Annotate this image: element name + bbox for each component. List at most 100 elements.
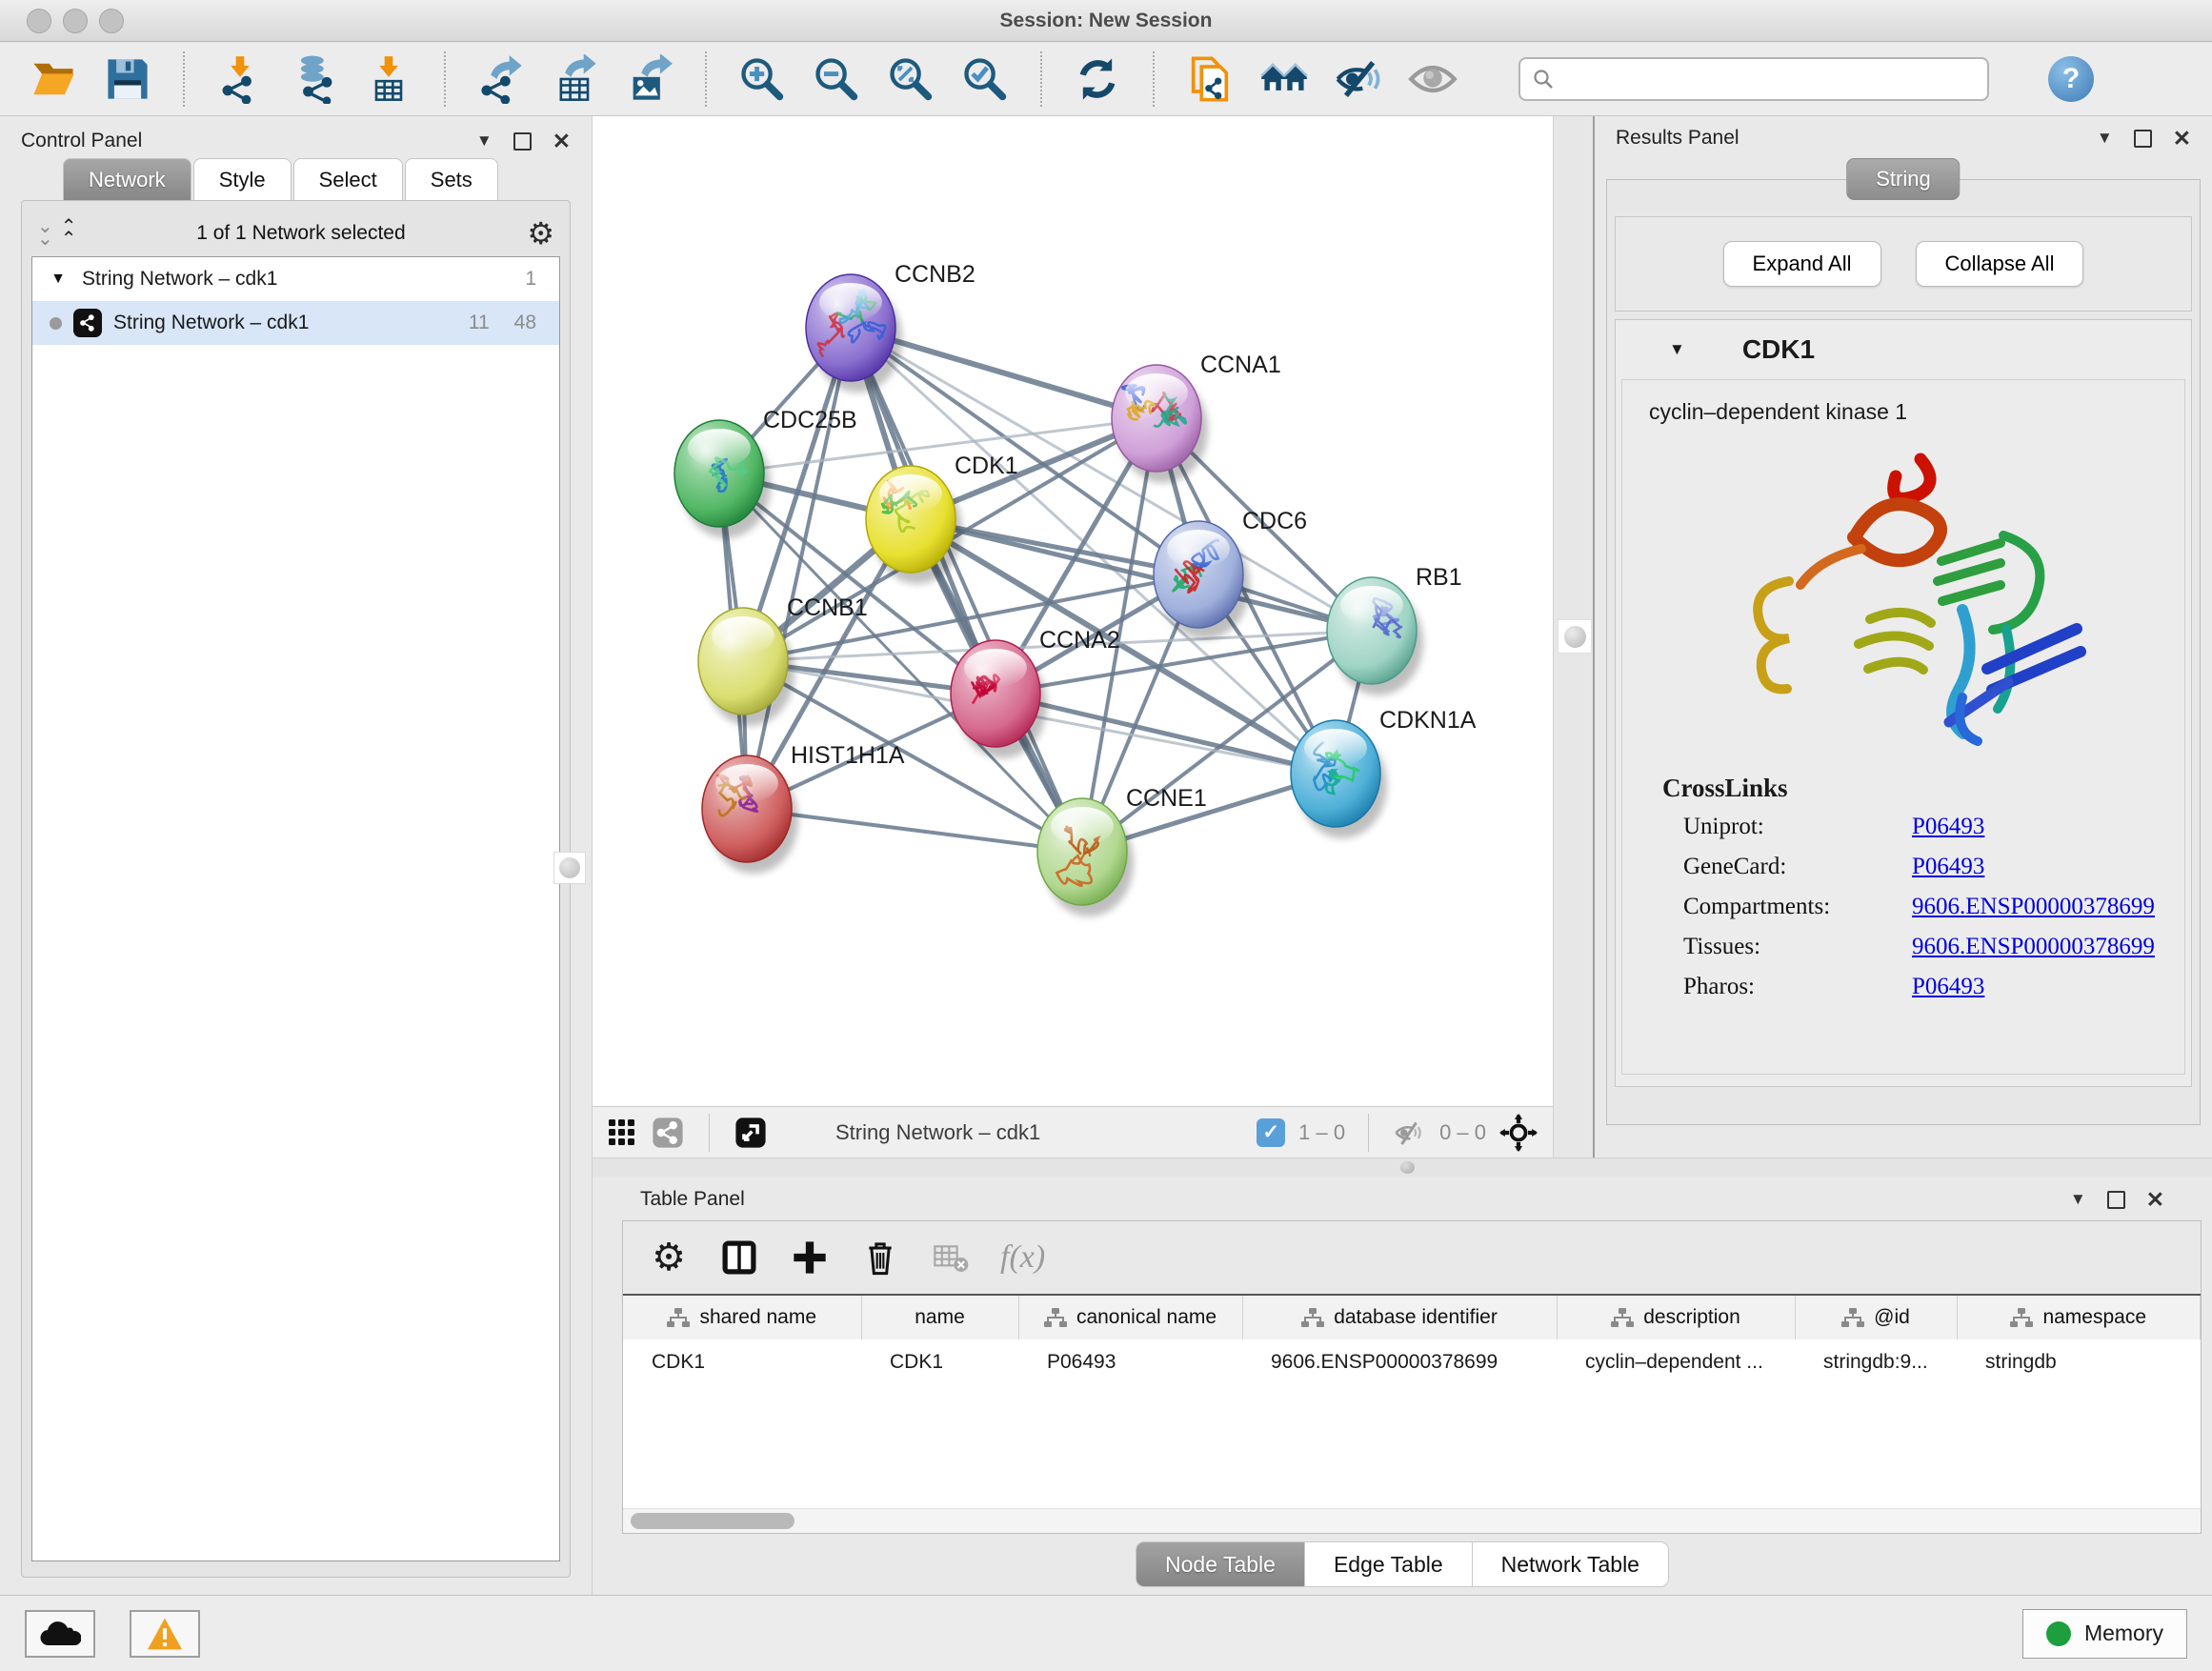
column-header-canonical-name[interactable]: canonical name [1018, 1296, 1242, 1339]
column-header-database-identifier[interactable]: database identifier [1242, 1296, 1557, 1339]
refresh-icon[interactable] [1071, 52, 1124, 106]
panel-menu-icon[interactable]: ▼ [2097, 129, 2113, 148]
column-header-shared-name[interactable]: shared name [623, 1296, 861, 1339]
network-node-ccne1[interactable] [1037, 798, 1134, 916]
close-window-button[interactable] [27, 9, 51, 33]
table-row[interactable]: CDK1CDK1P064939606.ENSP00000378699cyclin… [623, 1339, 2201, 1385]
network-share-icon[interactable] [652, 1117, 684, 1149]
table-options-gear-icon[interactable]: ⚙ [648, 1237, 690, 1278]
crosslink-link[interactable]: P06493 [1912, 974, 1984, 1000]
vertical-splitter[interactable] [1553, 116, 1595, 1158]
cloud-icon [39, 1619, 81, 1649]
crosslink-link[interactable]: P06493 [1912, 814, 1984, 840]
left-splitter-knob[interactable] [553, 852, 586, 884]
selected-checkbox-icon[interactable]: ✓ [1257, 1118, 1285, 1147]
import-network-database-icon[interactable] [288, 52, 341, 106]
zoom-out-icon[interactable] [810, 52, 863, 106]
tab-network[interactable]: Network [63, 158, 191, 200]
hide-unhide-icon[interactable] [1332, 52, 1385, 106]
column-header-name[interactable]: name [861, 1296, 1018, 1339]
houses-icon[interactable] [1257, 52, 1311, 106]
tab-sets[interactable]: Sets [405, 158, 498, 200]
birdseye-view-icon[interactable] [734, 1117, 767, 1149]
entry-collapse-icon[interactable]: ▼ [1669, 340, 1685, 359]
export-table-icon[interactable] [549, 52, 602, 106]
node-label-ccna2: CCNA2 [1039, 627, 1120, 654]
memory-button[interactable]: Memory [2022, 1609, 2187, 1659]
import-network-file-icon[interactable] [213, 52, 267, 106]
tab-select[interactable]: Select [293, 158, 403, 200]
splitter-dimple[interactable] [1400, 1161, 1415, 1174]
delete-column-icon[interactable] [859, 1237, 901, 1278]
network-node-cdkn1a[interactable] [1291, 720, 1387, 838]
show-columns-icon[interactable] [718, 1237, 760, 1278]
zoom-selected-icon[interactable] [958, 52, 1012, 106]
tab-node-table[interactable]: Node Table [1136, 1541, 1305, 1587]
column-header-namespace[interactable]: namespace [1957, 1296, 2201, 1339]
network-edge[interactable] [747, 328, 851, 809]
close-panel-icon[interactable]: ✕ [2146, 1187, 2164, 1213]
search-input[interactable] [1562, 67, 1976, 91]
network-node-ccnb2[interactable] [806, 274, 902, 393]
import-table-file-icon[interactable] [362, 52, 415, 106]
collapse-all-networks-icon[interactable]: ⌄⌄ [37, 221, 51, 246]
add-column-icon[interactable] [789, 1237, 831, 1278]
network-node-ccna2[interactable] [951, 640, 1047, 758]
network-canvas[interactable]: CCNB2CCNA1CDC25BCDK1CDC6RB1CCNB1CCNA2CDK… [593, 116, 1553, 1106]
column-header-description[interactable]: description [1557, 1296, 1795, 1339]
zoom-in-icon[interactable] [735, 52, 789, 106]
node-label-ccna1: CCNA1 [1200, 352, 1281, 378]
export-image-icon[interactable] [623, 52, 676, 106]
minimize-window-button[interactable] [63, 9, 88, 33]
share-document-icon[interactable] [1183, 52, 1237, 106]
network-node-ccna1[interactable] [1112, 365, 1208, 483]
string-results-tab[interactable]: String [1846, 158, 1960, 200]
grid-view-icon[interactable] [608, 1118, 636, 1147]
close-panel-icon[interactable]: ✕ [2173, 126, 2191, 151]
warnings-button[interactable] [130, 1610, 200, 1658]
expand-all-networks-icon[interactable]: ⌃⌃ [61, 221, 75, 246]
crosslink-link[interactable]: P06493 [1912, 854, 1984, 880]
tab-edge-table[interactable]: Edge Table [1305, 1541, 1473, 1587]
float-panel-icon[interactable] [513, 132, 532, 151]
eye-icon[interactable] [1406, 52, 1459, 106]
help-icon[interactable]: ? [2048, 56, 2094, 102]
panel-menu-icon[interactable]: ▼ [476, 131, 493, 151]
network-node-cdc25b[interactable] [674, 420, 771, 538]
column-header-inner: namespace [1958, 1306, 2201, 1329]
network-edge[interactable] [851, 328, 1082, 852]
network-node-cdk1[interactable] [866, 466, 962, 584]
cloud-button[interactable] [25, 1610, 95, 1658]
network-collection-row[interactable]: ▼ String Network – cdk1 1 [32, 257, 559, 301]
tree-expand-icon[interactable]: ▼ [46, 271, 70, 288]
export-network-icon[interactable] [474, 52, 528, 106]
crosslink-link[interactable]: 9606.ENSP00000378699 [1912, 894, 2155, 920]
float-panel-icon[interactable] [2134, 130, 2152, 148]
panel-menu-icon[interactable]: ▼ [2070, 1190, 2086, 1209]
open-session-icon[interactable] [27, 52, 80, 106]
node-label-ccne1: CCNE1 [1126, 785, 1207, 812]
collapse-all-button[interactable]: Collapse All [1916, 241, 2084, 287]
close-panel-icon[interactable]: ✕ [553, 129, 571, 154]
expand-all-button[interactable]: Expand All [1723, 241, 1881, 287]
table-horizontal-scrollbar[interactable] [623, 1508, 2201, 1533]
tab-network-table[interactable]: Network Table [1473, 1541, 1669, 1587]
network-node-hist1h1a[interactable] [702, 755, 798, 874]
scrollbar-thumb[interactable] [631, 1513, 794, 1529]
tab-style[interactable]: Style [193, 158, 292, 200]
save-session-icon[interactable] [101, 52, 154, 106]
crosslink-link[interactable]: 9606.ENSP00000378699 [1912, 934, 2155, 960]
result-entry-header[interactable]: ▼ CDK1 [1616, 320, 2191, 379]
network-node-rb1[interactable] [1327, 577, 1423, 695]
horizontal-splitter[interactable] [593, 1158, 2212, 1177]
column-header--id[interactable]: @id [1795, 1296, 1957, 1339]
search-field[interactable] [1518, 57, 1989, 101]
zoom-fit-icon[interactable] [884, 52, 937, 106]
collection-count: 1 [525, 268, 536, 291]
network-node-cdc6[interactable] [1154, 521, 1250, 639]
float-panel-icon[interactable] [2107, 1191, 2125, 1209]
maximize-window-button[interactable] [99, 9, 124, 33]
network-options-gear-icon[interactable]: ⚙ [527, 215, 554, 252]
network-row[interactable]: String Network – cdk1 11 48 [32, 301, 559, 345]
fit-selected-crosshair-icon[interactable] [1499, 1114, 1538, 1152]
